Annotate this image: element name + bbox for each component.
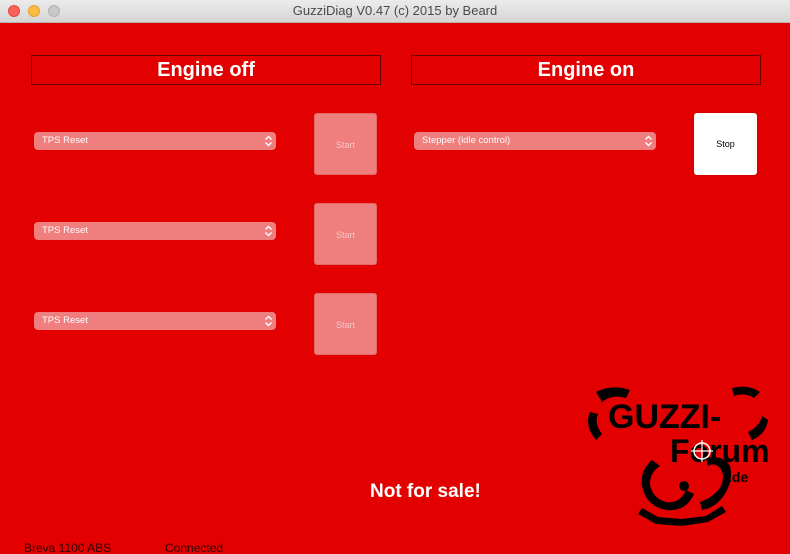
stop-button[interactable]: Stop — [694, 113, 757, 175]
engine-off-test-select-1[interactable]: TPS Reset — [34, 132, 276, 150]
guzzi-forum-logo: GUZZI- Forum .de — [588, 386, 770, 526]
status-connection: Connected — [165, 541, 224, 554]
select-value: TPS Reset — [42, 315, 88, 326]
chevron-up-down-icon — [645, 135, 652, 147]
engine-off-test-select-3[interactable]: TPS Reset — [34, 312, 276, 330]
engine-on-test-select[interactable]: Stepper (idle control) — [414, 132, 656, 150]
start-button-3[interactable]: Start — [314, 293, 377, 355]
app-window: GuzziDiag V0.47 (c) 2015 by Beard Engine… — [0, 0, 790, 554]
status-model: Breva 1100 ABS — [24, 541, 112, 554]
engine-on-heading: Engine on — [411, 55, 761, 85]
chevron-up-down-icon — [265, 135, 272, 147]
select-value: Stepper (idle control) — [422, 135, 511, 146]
start-button-2[interactable]: Start — [314, 203, 377, 265]
select-value: TPS Reset — [42, 135, 88, 146]
engine-off-test-select-2[interactable]: TPS Reset — [34, 222, 276, 240]
chevron-up-down-icon — [265, 315, 272, 327]
engine-off-heading: Engine off — [31, 55, 381, 85]
start-button-1[interactable]: Start — [314, 113, 377, 175]
title-bar[interactable]: GuzziDiag V0.47 (c) 2015 by Beard — [0, 0, 790, 23]
window-title: GuzziDiag V0.47 (c) 2015 by Beard — [292, 3, 498, 18]
logo-line1: GUZZI- — [608, 398, 721, 436]
chevron-up-down-icon — [265, 225, 272, 237]
not-for-sale-notice: Not for sale! — [370, 481, 481, 502]
logo-line2: Forum — [670, 433, 770, 469]
select-value: TPS Reset — [42, 225, 88, 236]
logo-suffix: .de — [728, 469, 748, 485]
